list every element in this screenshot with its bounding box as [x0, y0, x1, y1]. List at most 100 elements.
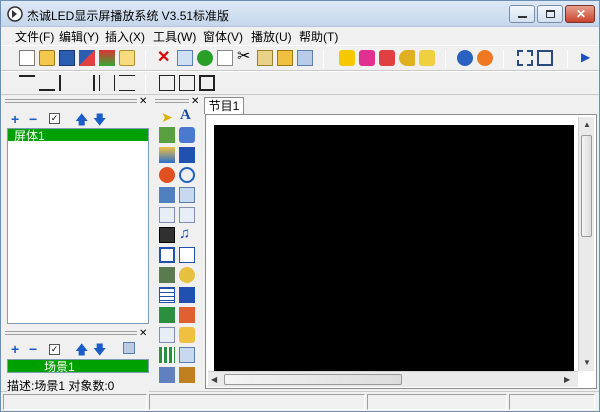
camera-icon[interactable] [159, 267, 175, 283]
menu-file[interactable]: 文件(F) [15, 28, 54, 45]
menu-help[interactable]: 帮助(T) [299, 28, 338, 45]
menu-insert[interactable]: 插入(X) [105, 28, 145, 45]
screen-list[interactable]: 屏体1 [7, 128, 149, 324]
page-icon[interactable] [179, 207, 195, 223]
menu-window[interactable]: 窗体(V) [203, 28, 243, 45]
grid-icon[interactable] [179, 347, 195, 363]
scroll-left-icon[interactable]: ◀ [211, 376, 217, 384]
music-icon[interactable]: ♫ [179, 225, 195, 242]
same-height-icon[interactable] [179, 75, 195, 91]
new-file-icon[interactable] [19, 50, 35, 66]
delete-icon[interactable]: ✕ [157, 50, 173, 66]
folder-icon[interactable] [119, 50, 135, 66]
list-item-scene[interactable]: 场景1 [8, 360, 148, 372]
ppt-icon[interactable] [179, 307, 195, 323]
table-icon[interactable] [159, 287, 175, 303]
align-bottom-icon[interactable] [39, 75, 55, 91]
open-folder-icon[interactable] [39, 50, 55, 66]
web-icon[interactable] [179, 247, 195, 263]
excel-icon[interactable] [159, 307, 175, 323]
remove-screen-icon[interactable]: − [29, 111, 37, 127]
cut-icon[interactable]: ✂ [237, 49, 253, 65]
copy-page-icon[interactable] [217, 50, 233, 66]
panel-grip[interactable] [5, 99, 137, 103]
save-icon[interactable] [59, 50, 75, 66]
lock-pink-icon[interactable] [359, 50, 375, 66]
align-left-icon[interactable] [59, 75, 75, 91]
remove-scene-icon[interactable]: − [29, 341, 37, 357]
vertical-scrollbar[interactable]: ▲ ▼ [578, 117, 594, 371]
paint-icon[interactable] [159, 367, 175, 383]
select-area-icon[interactable] [517, 50, 533, 66]
panel-grip-2[interactable] [5, 331, 137, 335]
add-scene-icon[interactable]: + [11, 341, 19, 357]
resize-area-icon[interactable] [537, 50, 553, 66]
key-icon[interactable] [399, 50, 415, 66]
menu-play[interactable]: 播放(U) [251, 28, 292, 45]
clone-icon[interactable] [297, 50, 313, 66]
unlock-icon[interactable] [379, 50, 395, 66]
duplicate-icon[interactable] [277, 50, 293, 66]
panel-close-icon[interactable]: ✕ [139, 97, 147, 107]
list-item-screen[interactable]: 屏体1 [8, 129, 148, 143]
checkbox-icon-2[interactable]: ✓ [49, 344, 60, 355]
horizontal-scroll-thumb[interactable] [224, 374, 402, 385]
text-icon[interactable]: A [180, 107, 191, 124]
align-center-v-icon[interactable] [119, 75, 135, 91]
notes-icon[interactable] [159, 327, 175, 343]
horizontal-scrollbar[interactable]: ◀ ▶ [208, 371, 578, 387]
back-icon[interactable] [197, 50, 213, 66]
minimize-button[interactable] [509, 5, 535, 23]
lock-open-icon[interactable] [419, 50, 435, 66]
add-screen-icon[interactable]: + [11, 111, 19, 127]
database-icon[interactable] [179, 327, 195, 343]
toolbox-close-icon[interactable]: ✕ [191, 97, 199, 107]
tab-program-1[interactable]: 节目1 [204, 97, 244, 114]
vertical-scroll-thumb[interactable] [581, 135, 592, 237]
scroll-up-icon[interactable]: ▲ [583, 121, 591, 129]
menu-tools[interactable]: 工具(W) [153, 28, 196, 45]
calendar-icon[interactable] [179, 187, 195, 203]
maximize-button[interactable] [537, 5, 563, 23]
word-icon[interactable] [179, 287, 195, 303]
object-toolbox: ✕ ➤ A ♫ [151, 95, 201, 391]
chart-icon[interactable] [159, 187, 175, 203]
title-bar[interactable]: 杰诚LED显示屏播放系统 V3.51标准版 ✕ [1, 1, 599, 27]
clipboard-icon[interactable] [179, 367, 195, 383]
copy-scene-icon[interactable] [123, 342, 135, 354]
window-icon[interactable] [159, 247, 175, 263]
properties-icon[interactable] [177, 50, 193, 66]
sheet-icon[interactable] [159, 347, 175, 363]
scene-list[interactable]: 场景1 [7, 359, 149, 373]
lock-icon[interactable] [339, 50, 355, 66]
clock-icon[interactable] [159, 167, 175, 183]
video-icon[interactable] [159, 227, 175, 243]
stop-icon[interactable] [457, 50, 473, 66]
menu-edit[interactable]: 编辑(Y) [59, 28, 99, 45]
align-top-icon[interactable] [19, 75, 35, 91]
rect-icon[interactable] [179, 147, 195, 163]
paste-icon[interactable] [257, 50, 273, 66]
scroll-right-icon[interactable]: ▶ [564, 376, 570, 384]
play-icon[interactable] [477, 50, 493, 66]
align-right-icon[interactable] [79, 75, 95, 91]
led-canvas[interactable] [214, 125, 574, 371]
same-size-icon[interactable] [199, 75, 215, 91]
document-icon[interactable] [159, 207, 175, 223]
same-width-icon[interactable] [159, 75, 175, 91]
toolbar-more-icon[interactable]: ▶ [581, 50, 597, 66]
toolbox-grip[interactable] [155, 99, 189, 103]
pointer-icon[interactable]: ➤ [161, 109, 173, 126]
import-icon[interactable] [99, 50, 115, 66]
animation-icon[interactable] [179, 127, 195, 143]
save-as-icon[interactable] [79, 50, 95, 66]
timer-icon[interactable] [179, 167, 195, 183]
flash-icon[interactable] [179, 267, 195, 283]
align-center-h-icon[interactable] [99, 75, 115, 91]
panel-close-icon-2[interactable]: ✕ [139, 329, 147, 339]
image-icon[interactable] [159, 127, 175, 143]
scroll-down-icon[interactable]: ▼ [583, 359, 591, 367]
checkbox-icon[interactable]: ✓ [49, 113, 60, 124]
close-button[interactable]: ✕ [565, 5, 595, 23]
picture-icon[interactable] [159, 147, 175, 163]
